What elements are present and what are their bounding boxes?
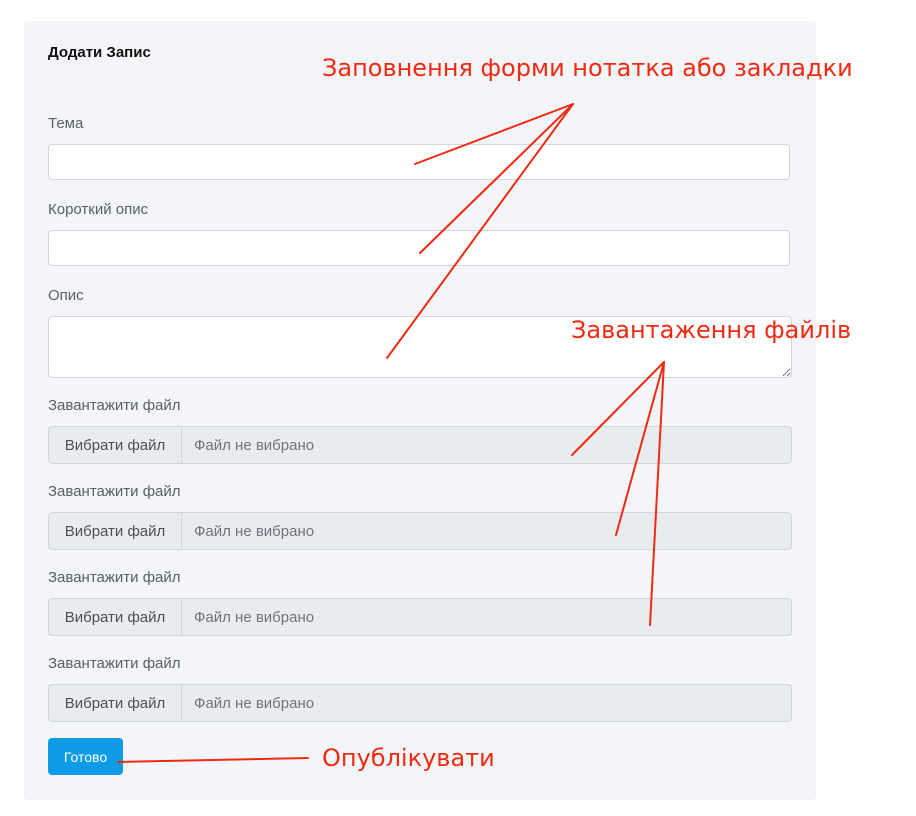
file-status-4: Файл не вибрано — [194, 694, 315, 712]
file-input-4[interactable]: Вибрати файл Файл не вибрано — [48, 684, 792, 722]
submit-button[interactable]: Готово — [48, 738, 123, 775]
short-description-input[interactable] — [48, 230, 790, 266]
topic-input[interactable] — [48, 144, 790, 180]
form-title: Додати Запис — [48, 44, 151, 61]
choose-file-button-2[interactable]: Вибрати файл — [49, 513, 182, 549]
short-description-label: Короткий опис — [48, 201, 149, 218]
upload-label-3: Завантажити файл — [48, 569, 181, 586]
file-status-3: Файл не вибрано — [194, 608, 315, 626]
file-input-1[interactable]: Вибрати файл Файл не вибрано — [48, 426, 792, 464]
topic-label: Тема — [48, 115, 84, 132]
page: Додати Запис Тема Короткий опис Опис Зав… — [0, 0, 916, 816]
description-label: Опис — [48, 287, 84, 304]
upload-label-2: Завантажити файл — [48, 483, 181, 500]
choose-file-button-3[interactable]: Вибрати файл — [49, 599, 182, 635]
file-status-2: Файл не вибрано — [194, 522, 315, 540]
annotation-upload-files: Завантаження файлів — [571, 316, 852, 344]
choose-file-button-4[interactable]: Вибрати файл — [49, 685, 182, 721]
choose-file-button-1[interactable]: Вибрати файл — [49, 427, 182, 463]
file-input-3[interactable]: Вибрати файл Файл не вибрано — [48, 598, 792, 636]
file-status-1: Файл не вибрано — [194, 436, 315, 454]
file-input-2[interactable]: Вибрати файл Файл не вибрано — [48, 512, 792, 550]
upload-label-4: Завантажити файл — [48, 655, 181, 672]
annotation-publish: Опублікувати — [322, 744, 495, 772]
annotation-fill-form: Заповнення форми нотатка або закладки — [322, 54, 853, 82]
upload-label-1: Завантажити файл — [48, 397, 181, 414]
